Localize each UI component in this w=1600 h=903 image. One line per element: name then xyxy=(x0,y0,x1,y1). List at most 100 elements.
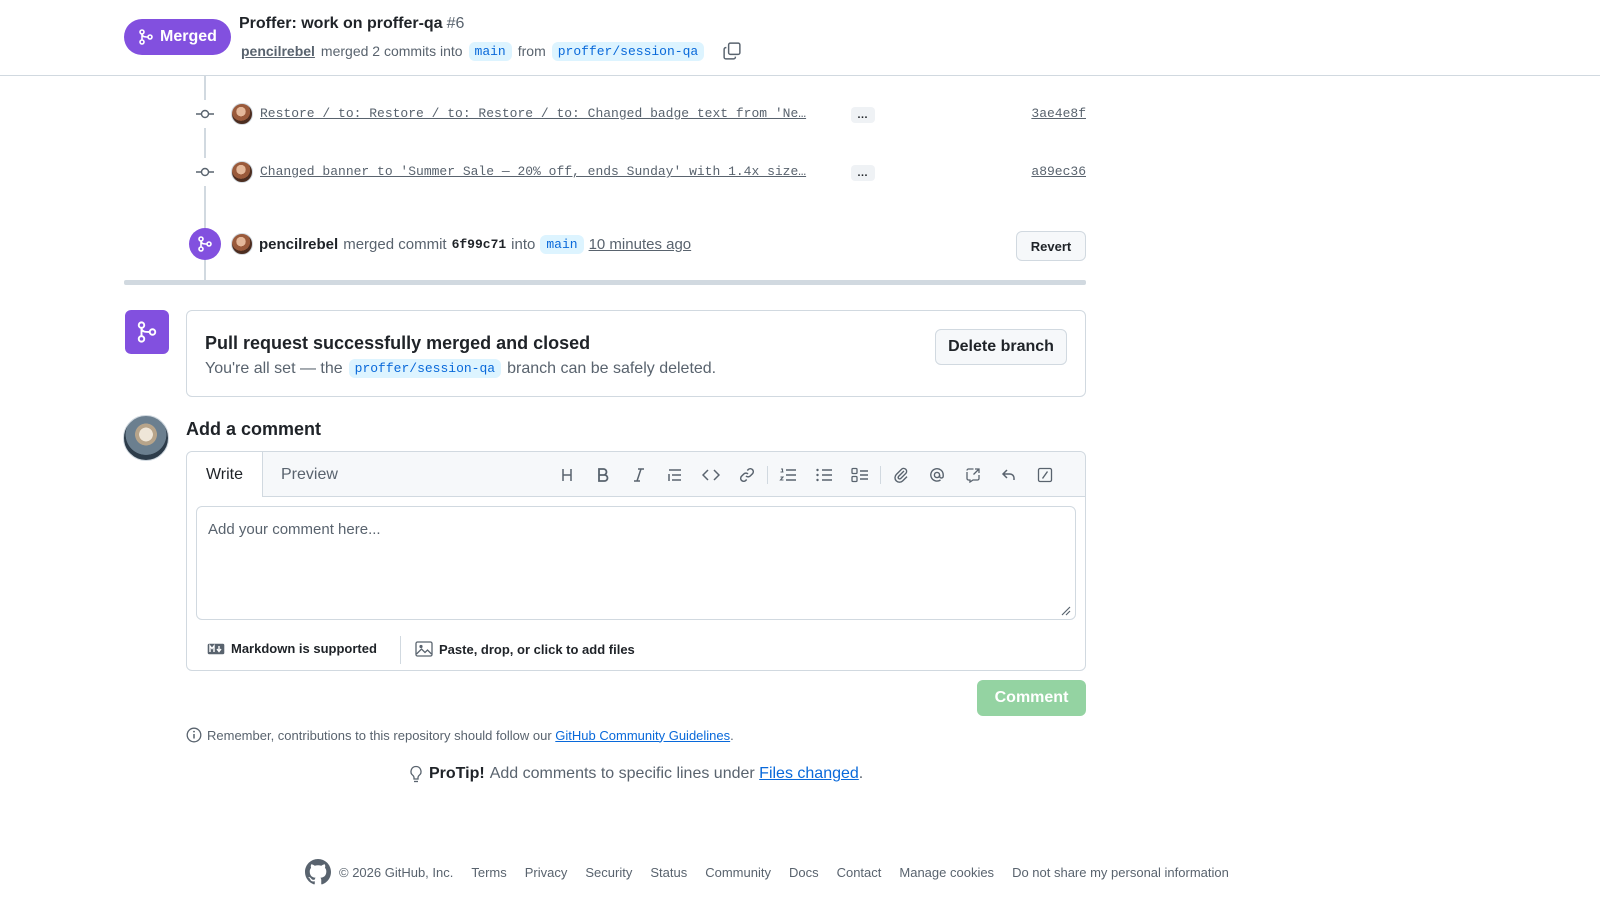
pr-title: Proffer: work on proffer-qa #6 xyxy=(239,15,464,33)
copy-icon[interactable] xyxy=(722,41,742,61)
footer-link-do-not-share[interactable]: Do not share my personal information xyxy=(1012,865,1229,880)
protip-text: Add comments to specific lines under Fil… xyxy=(489,765,864,782)
footer-link-security[interactable]: Security xyxy=(585,865,632,880)
commit-message-link[interactable]: Changed banner to 'Summer Sale — 20% off… xyxy=(260,164,806,179)
merge-target-branch[interactable]: main xyxy=(540,235,584,254)
merge-time-link[interactable]: 10 minutes ago xyxy=(589,236,692,253)
protip-label: ProTip! xyxy=(429,765,485,782)
merge-status-box: Pull request successfully merged and clo… xyxy=(186,310,1086,397)
commit-sha-link[interactable]: 3ae4e8f xyxy=(1031,106,1086,121)
footer-link-manage-cookies[interactable]: Manage cookies xyxy=(899,865,994,880)
commit-row: Restore / to: Restore / to: Restore / to… xyxy=(190,100,1086,128)
footer-copyright: © 2026 GitHub, Inc. xyxy=(305,859,453,885)
commit-expand-button[interactable]: … xyxy=(851,107,875,123)
mention-icon[interactable] xyxy=(919,463,955,487)
merge-event: pencilrebel merged commit 6f99c71 into m… xyxy=(189,228,1086,262)
base-branch-pill[interactable]: main xyxy=(468,41,512,61)
pr-author-link[interactable]: pencilrebel xyxy=(241,43,315,59)
comment-submit-button[interactable]: Comment xyxy=(977,680,1086,716)
footer-separator xyxy=(400,636,401,664)
git-commit-icon xyxy=(190,100,220,128)
files-changed-link[interactable]: Files changed xyxy=(759,765,859,782)
comment-textarea[interactable] xyxy=(196,506,1076,620)
cross-reference-icon[interactable] xyxy=(955,463,991,487)
italic-icon[interactable] xyxy=(621,463,657,487)
delete-branch-button[interactable]: Delete branch xyxy=(935,329,1067,365)
link-icon[interactable] xyxy=(729,463,765,487)
code-icon[interactable] xyxy=(693,463,729,487)
copyright-text: © 2026 GitHub, Inc. xyxy=(339,864,454,880)
quote-icon[interactable] xyxy=(657,463,693,487)
merged-badge-label: Merged xyxy=(160,28,217,45)
markdown-note-text: Markdown is supported xyxy=(231,641,377,656)
merger-avatar[interactable] xyxy=(231,233,253,255)
markdown-icon xyxy=(207,643,225,655)
guidelines-link[interactable]: GitHub Community Guidelines xyxy=(555,728,730,743)
info-icon xyxy=(186,727,202,743)
bold-icon[interactable] xyxy=(585,463,621,487)
commit-author-avatar[interactable] xyxy=(231,161,253,183)
merged-status-badge: Merged xyxy=(124,19,231,55)
commit-row: Changed banner to 'Summer Sale — 20% off… xyxy=(190,158,1086,186)
tab-preview[interactable]: Preview xyxy=(281,466,338,484)
pr-merged-text: merged 2 commits into xyxy=(320,43,463,59)
toolbar-separator xyxy=(767,466,768,484)
pr-meta: pencilrebel merged 2 commits into main f… xyxy=(241,41,742,61)
paperclip-icon[interactable] xyxy=(883,463,919,487)
markdown-toolbar xyxy=(549,463,1063,487)
merge-box-sub-before: You're all set — the xyxy=(205,359,343,377)
footer-link-docs[interactable]: Docs xyxy=(789,865,819,880)
footer-link-terms[interactable]: Terms xyxy=(471,865,506,880)
resize-handle-icon[interactable] xyxy=(1059,604,1071,616)
github-logo-icon[interactable] xyxy=(305,859,331,885)
add-comment-heading: Add a comment xyxy=(186,419,322,439)
commit-sha-link[interactable]: a89ec36 xyxy=(1031,164,1086,179)
attach-files-button[interactable]: Paste, drop, or click to add files xyxy=(415,641,635,657)
footer-link-status[interactable]: Status xyxy=(650,865,687,880)
footer-link-contact[interactable]: Contact xyxy=(837,865,882,880)
tab-write[interactable]: Write xyxy=(187,452,263,497)
unordered-list-icon[interactable] xyxy=(806,463,842,487)
markdown-supported-note[interactable]: Markdown is supported xyxy=(207,641,377,656)
footer-link-community[interactable]: Community xyxy=(705,865,771,880)
merge-box-title: Pull request successfully merged and clo… xyxy=(205,333,591,353)
lightbulb-icon xyxy=(408,765,424,783)
comment-editor: Write Preview Add your comment here... M… xyxy=(186,451,1086,671)
site-footer: © 2026 GitHub, Inc. Terms Privacy Securi… xyxy=(305,859,1229,885)
merger-link[interactable]: pencilrebel xyxy=(259,236,338,253)
slash-command-icon[interactable] xyxy=(1027,463,1063,487)
ordered-list-icon[interactable] xyxy=(770,463,806,487)
commit-message-link[interactable]: Restore / to: Restore / to: Restore / to… xyxy=(260,106,806,121)
pr-title-text: Proffer: work on proffer-qa xyxy=(239,15,443,32)
editor-footer: Markdown is supported Paste, drop, or cl… xyxy=(187,630,1085,670)
community-guidelines-note: Remember, contributions to this reposito… xyxy=(186,727,734,743)
merge-commit-sha[interactable]: 6f99c71 xyxy=(452,237,507,252)
git-merge-icon xyxy=(189,228,221,260)
editor-header: Write Preview xyxy=(187,452,1085,497)
git-commit-icon xyxy=(190,158,220,186)
guidelines-text: Remember, contributions to this reposito… xyxy=(207,727,734,743)
reply-icon[interactable] xyxy=(991,463,1027,487)
git-merge-icon xyxy=(138,29,154,45)
toolbar-separator xyxy=(880,466,881,484)
commit-author-avatar[interactable] xyxy=(231,103,253,125)
pr-header: Merged Proffer: work on proffer-qa #6 pen… xyxy=(0,0,1600,76)
merge-box-sub-after: branch can be safely deleted. xyxy=(507,359,717,377)
revert-button[interactable]: Revert xyxy=(1016,231,1086,261)
task-list-icon[interactable] xyxy=(842,463,878,487)
timeline-divider xyxy=(124,280,1086,285)
current-user-avatar[interactable] xyxy=(123,415,169,461)
footer-link-privacy[interactable]: Privacy xyxy=(525,865,568,880)
pr-from-text: from xyxy=(517,43,546,59)
attach-note-text: Paste, drop, or click to add files xyxy=(439,641,635,657)
merged-branch-pill[interactable]: proffer/session-qa xyxy=(348,359,502,378)
heading-icon[interactable] xyxy=(549,463,585,487)
git-merge-icon xyxy=(125,310,169,354)
merge-into-text: into xyxy=(511,236,536,253)
merge-box-subtitle: You're all set — the proffer/session-qa … xyxy=(205,359,716,378)
commit-expand-button[interactable]: … xyxy=(851,165,875,181)
head-branch-pill[interactable]: proffer/session-qa xyxy=(551,41,705,61)
protip: ProTip! Add comments to specific lines u… xyxy=(408,765,863,783)
merge-event-text: pencilrebel merged commit 6f99c71 into m… xyxy=(259,235,691,254)
pr-number: #6 xyxy=(446,15,465,32)
